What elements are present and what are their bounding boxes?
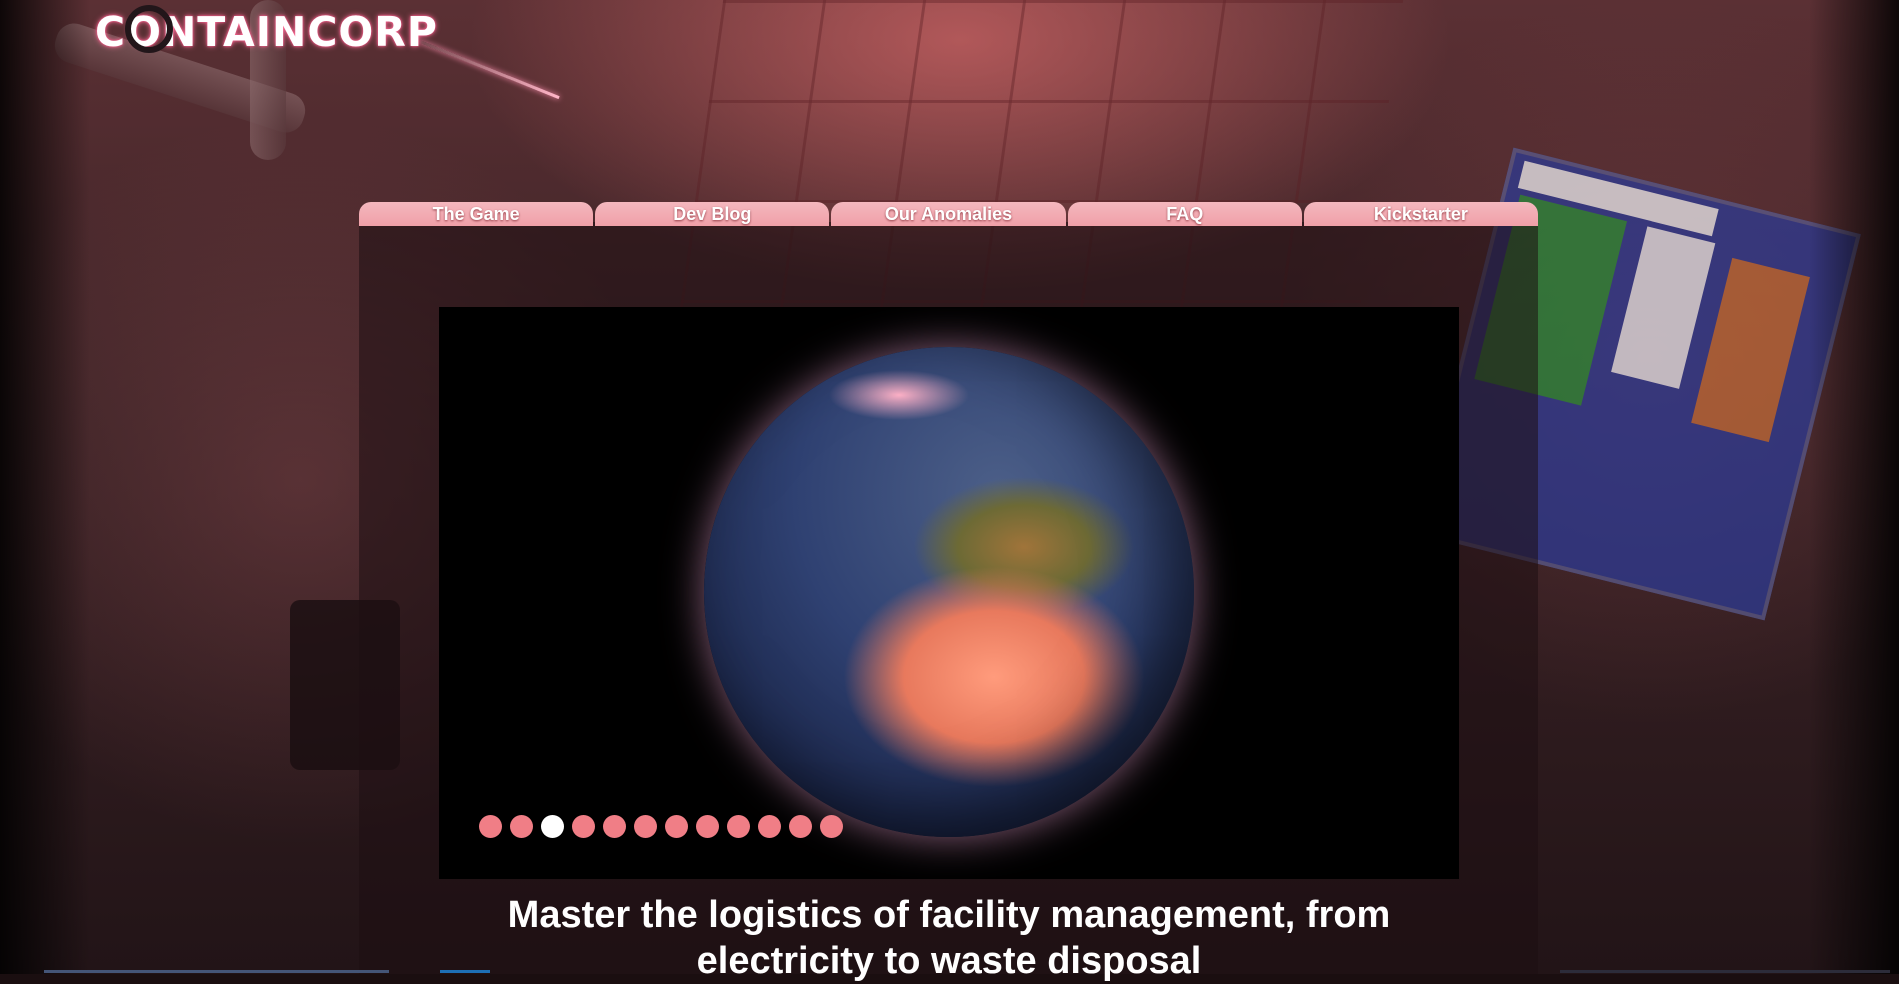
slider-dot[interactable] [665, 815, 688, 838]
slider-dot[interactable] [603, 815, 626, 838]
slider-dot[interactable] [789, 815, 812, 838]
scrollbar-thumb[interactable] [440, 970, 490, 973]
bottom-strip [1560, 970, 1890, 973]
slider-dot[interactable] [510, 815, 533, 838]
nav-tab-our-anomalies[interactable]: Our Anomalies [831, 202, 1066, 226]
globe-image [704, 347, 1194, 837]
slider-dot-active[interactable] [541, 815, 564, 838]
logo-ring-icon [125, 5, 173, 53]
image-slider[interactable] [439, 307, 1459, 879]
nav-tab-dev-blog[interactable]: Dev Blog [595, 202, 830, 226]
slider-dot[interactable] [820, 815, 843, 838]
slider-dot[interactable] [696, 815, 719, 838]
nav-tab-kickstarter[interactable]: Kickstarter [1303, 202, 1539, 226]
nav-tab-faq[interactable]: FAQ [1067, 202, 1302, 226]
slider-dot[interactable] [479, 815, 502, 838]
slider-dot[interactable] [758, 815, 781, 838]
slider-dot[interactable] [727, 815, 750, 838]
nav-tab-the-game[interactable]: The Game [359, 202, 594, 226]
slider-dot[interactable] [634, 815, 657, 838]
main-nav: The Game Dev Blog Our Anomalies FAQ Kick… [359, 202, 1539, 226]
slider-pagination [479, 815, 843, 838]
scrollbar-track[interactable] [44, 970, 389, 973]
site-logo[interactable]: CONTAINCORP [95, 4, 445, 60]
slider-dot[interactable] [572, 815, 595, 838]
tagline: Master the logistics of facility managem… [507, 894, 1391, 982]
